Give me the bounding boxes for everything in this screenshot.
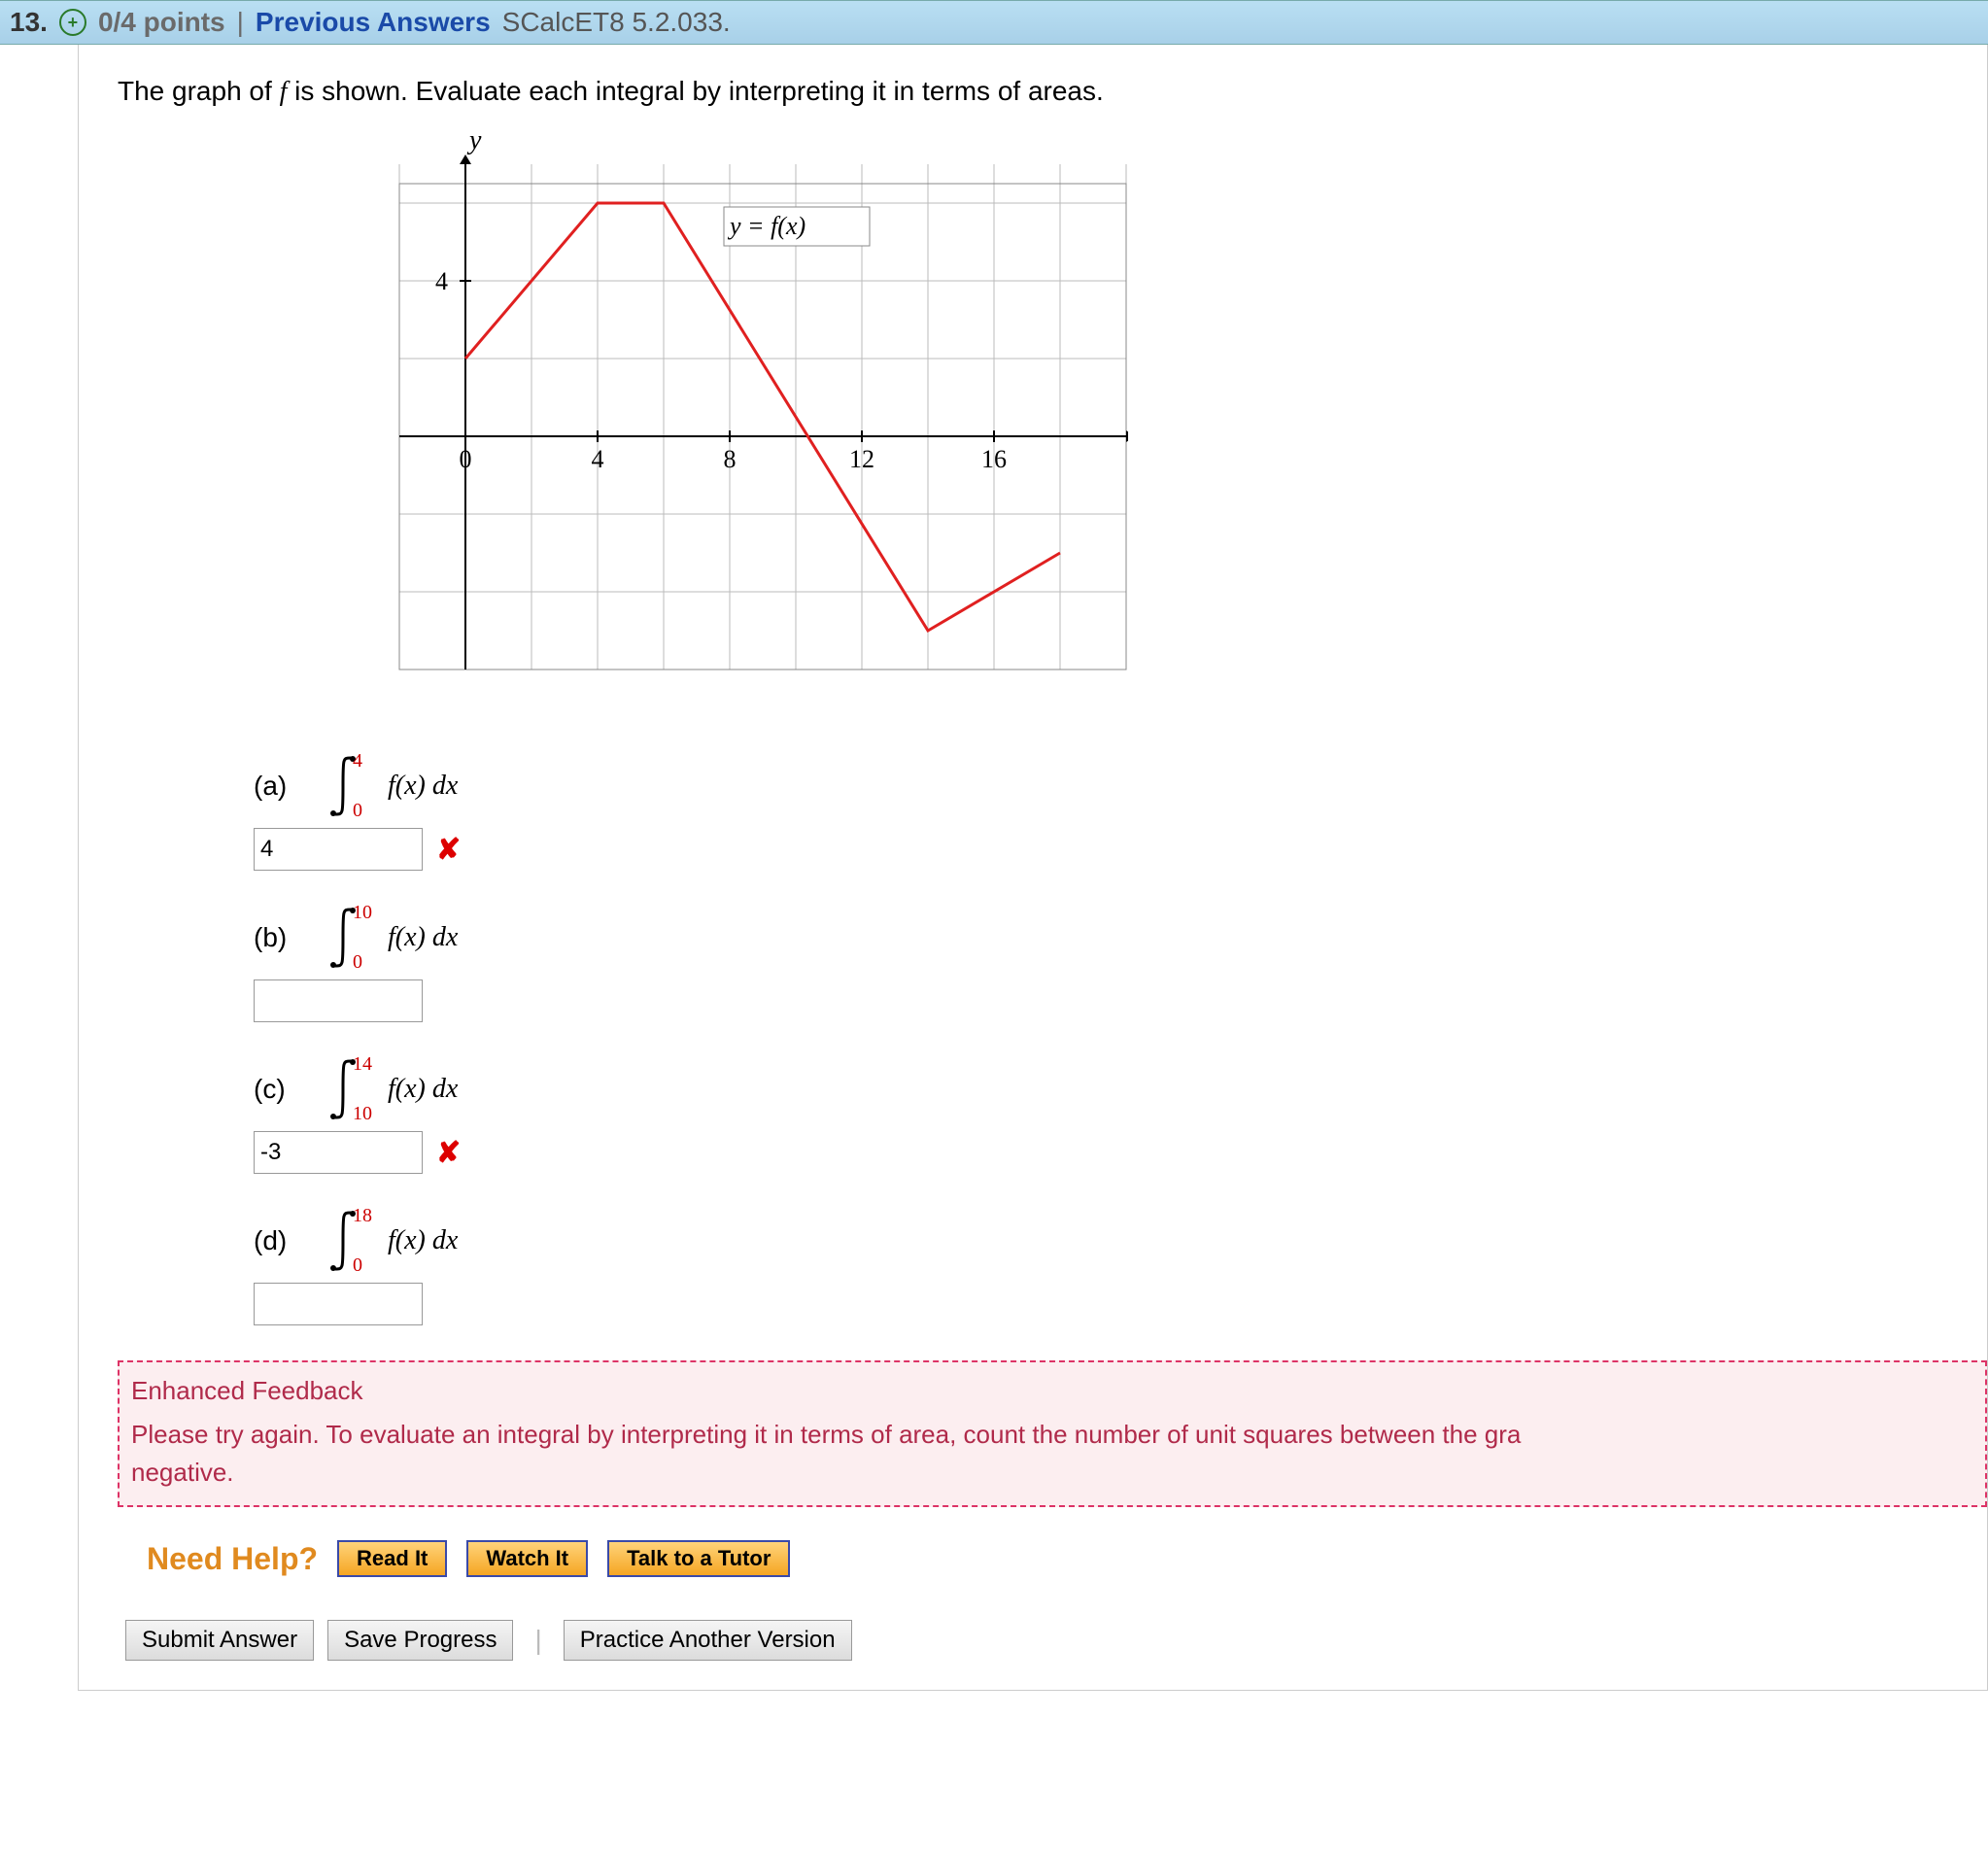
question-number: 13. xyxy=(10,7,48,38)
question-prompt: The graph of f is shown. Evaluate each i… xyxy=(118,76,1987,108)
integrand: f(x) dx xyxy=(388,1074,458,1105)
part-d: (d) 180 f(x) dx xyxy=(254,1209,1987,1325)
save-progress-button[interactable]: Save Progress xyxy=(327,1620,513,1661)
answer-input-a[interactable] xyxy=(254,828,423,871)
integral-expression: 180 f(x) dx xyxy=(327,1209,458,1273)
plus-icon[interactable]: + xyxy=(59,9,86,36)
part-b: (b) 100 f(x) dx xyxy=(254,906,1987,1022)
separator: | xyxy=(237,7,244,38)
points-text: 0/4 points xyxy=(98,7,225,38)
svg-text:4: 4 xyxy=(435,267,448,295)
question-body: The graph of f is shown. Evaluate each i… xyxy=(78,45,1988,1691)
chart-svg: 04812164yxy = f(x) xyxy=(331,125,1128,718)
integrand: f(x) dx xyxy=(388,1225,458,1256)
answer-input-c[interactable] xyxy=(254,1131,423,1174)
read-it-button[interactable]: Read It xyxy=(337,1540,447,1577)
integral-sign-icon: 100 xyxy=(327,906,360,970)
part-label: (a) xyxy=(254,771,300,802)
feedback-body: Please try again. To evaluate an integra… xyxy=(131,1420,1521,1449)
part-a: (a) 40 f(x) dx ✘ xyxy=(254,754,1987,871)
integral-upper: 4 xyxy=(353,750,362,773)
feedback-title: Enhanced Feedback xyxy=(131,1372,1973,1410)
integrand: f(x) dx xyxy=(388,922,458,953)
integral-lower: 0 xyxy=(353,1254,362,1277)
integral-sign-icon: 40 xyxy=(327,754,360,818)
svg-text:12: 12 xyxy=(849,445,874,473)
integral-lower: 10 xyxy=(353,1103,372,1125)
practice-another-button[interactable]: Practice Another Version xyxy=(564,1620,852,1661)
svg-text:0: 0 xyxy=(460,445,472,473)
incorrect-icon: ✘ xyxy=(436,833,461,867)
prompt-pre: The graph of xyxy=(118,76,280,106)
integral-upper: 18 xyxy=(353,1205,372,1227)
textbook-reference: SCalcET8 5.2.033. xyxy=(502,7,731,38)
answer-input-d[interactable] xyxy=(254,1283,423,1325)
function-graph: 04812164yxy = f(x) xyxy=(331,125,1987,725)
talk-to-tutor-button[interactable]: Talk to a Tutor xyxy=(607,1540,790,1577)
integral-expression: 100 f(x) dx xyxy=(327,906,458,970)
previous-answers-link[interactable]: Previous Answers xyxy=(256,7,491,38)
incorrect-icon: ✘ xyxy=(436,1136,461,1170)
svg-text:y: y xyxy=(466,125,482,155)
answer-input-b[interactable] xyxy=(254,979,423,1022)
part-c: (c) 1410 f(x) dx ✘ xyxy=(254,1057,1987,1174)
help-row: Need Help? Read It Watch It Talk to a Tu… xyxy=(147,1540,1987,1577)
svg-text:16: 16 xyxy=(981,445,1007,473)
action-row: Submit Answer Save Progress | Practice A… xyxy=(125,1620,1987,1661)
need-help-label: Need Help? xyxy=(147,1541,318,1577)
svg-text:8: 8 xyxy=(724,445,737,473)
part-label: (c) xyxy=(254,1074,300,1105)
integral-upper: 10 xyxy=(353,902,372,924)
integral-sign-icon: 1410 xyxy=(327,1057,360,1121)
parts-list: (a)40f(x) dx✘(b)100f(x) dx(c)1410f(x) dx… xyxy=(254,754,1987,1325)
prompt-post: is shown. Evaluate each integral by inte… xyxy=(287,76,1103,106)
integral-expression: 40 f(x) dx xyxy=(327,754,458,818)
question-header: 13. + 0/4 points | Previous Answers SCal… xyxy=(0,0,1988,45)
submit-answer-button[interactable]: Submit Answer xyxy=(125,1620,314,1661)
feedback-tail: negative. xyxy=(131,1458,234,1487)
integral-lower: 0 xyxy=(353,951,362,974)
svg-text:4: 4 xyxy=(592,445,604,473)
svg-text:y = f(x): y = f(x) xyxy=(727,212,805,240)
enhanced-feedback: Enhanced Feedback Please try again. To e… xyxy=(118,1360,1987,1507)
integral-lower: 0 xyxy=(353,800,362,822)
integral-sign-icon: 180 xyxy=(327,1209,360,1273)
part-label: (b) xyxy=(254,922,300,953)
integral-expression: 1410 f(x) dx xyxy=(327,1057,458,1121)
part-label: (d) xyxy=(254,1225,300,1256)
integrand: f(x) dx xyxy=(388,771,458,802)
divider: | xyxy=(534,1625,541,1656)
integral-upper: 14 xyxy=(353,1053,372,1076)
watch-it-button[interactable]: Watch It xyxy=(466,1540,588,1577)
